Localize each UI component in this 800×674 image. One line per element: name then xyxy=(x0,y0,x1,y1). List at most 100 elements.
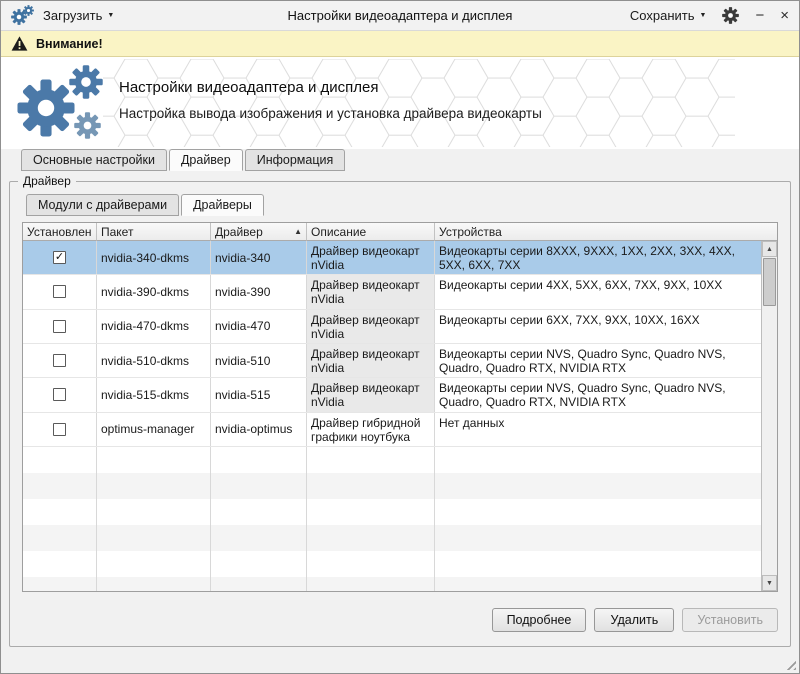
empty-column xyxy=(23,447,97,591)
tab-basic-settings[interactable]: Основные настройки xyxy=(21,149,167,171)
statusbar xyxy=(1,647,799,673)
driver-table: Установлен Пакет Драйвер ▲ Описание Устро… xyxy=(22,222,778,592)
header-stub xyxy=(761,223,777,241)
devices-cell: Видеокарты серии 4XX, 5XX, 6XX, 7XX, 9XX… xyxy=(435,275,761,308)
package-cell: nvidia-510-dkms xyxy=(97,344,211,377)
driver-groupbox: Драйвер Модули с драйверами Драйверы Уст… xyxy=(9,181,791,647)
warning-text: Внимание! xyxy=(36,37,103,51)
column-label: Драйвер xyxy=(215,225,263,239)
installed-cell xyxy=(23,378,97,411)
table-row[interactable]: ✓nvidia-340-dkmsnvidia-340Драйвер видеок… xyxy=(23,241,761,275)
table-row[interactable]: nvidia-510-dkmsnvidia-510Драйвер видеока… xyxy=(23,344,761,378)
tab-label: Информация xyxy=(257,153,334,167)
scroll-down-icon[interactable]: ▼ xyxy=(762,575,777,591)
scroll-up-icon[interactable]: ▲ xyxy=(762,241,777,257)
tab-label: Драйверы xyxy=(193,198,252,212)
action-buttons: Подробнее Удалить Установить xyxy=(22,608,778,632)
description-cell: Драйвер видеокарт nVidia xyxy=(307,275,435,308)
app-window: Загрузить ▼ Настройки видеоадаптера и ди… xyxy=(0,0,800,674)
main-tabstrip: Основные настройки Драйвер Информация xyxy=(1,149,799,171)
button-label: Установить xyxy=(697,613,763,627)
app-icon xyxy=(11,5,35,27)
load-menu-label: Загрузить xyxy=(43,8,102,23)
save-menu-label: Сохранить xyxy=(630,8,695,23)
empty-column xyxy=(435,447,761,591)
install-button[interactable]: Установить xyxy=(682,608,778,632)
devices-cell: Видеокарты серии 8XXX, 9XXX, 1XX, 2XX, 3… xyxy=(435,241,761,274)
table-empty-area xyxy=(23,447,761,591)
installed-checkbox[interactable] xyxy=(53,388,66,401)
warning-icon xyxy=(11,36,28,51)
column-header-installed[interactable]: Установлен xyxy=(23,223,97,241)
warning-banner: Внимание! xyxy=(1,31,799,57)
page-title: Настройки видеоадаптера и дисплея xyxy=(119,79,542,96)
tab-driver[interactable]: Драйвер xyxy=(169,149,243,171)
sort-ascending-icon: ▲ xyxy=(290,227,302,236)
table-header: Установлен Пакет Драйвер ▲ Описание Устро… xyxy=(23,223,777,241)
resize-grip[interactable] xyxy=(783,657,796,670)
driver-cell: nvidia-340 xyxy=(211,241,307,274)
table-rows: ✓nvidia-340-dkmsnvidia-340Драйвер видеок… xyxy=(23,241,761,447)
column-label: Установлен xyxy=(27,225,92,239)
description-cell: Драйвер видеокарт nVidia xyxy=(307,344,435,377)
installed-checkbox[interactable] xyxy=(53,320,66,333)
devices-cell: Видеокарты серии 6XX, 7XX, 9XX, 10XX, 16… xyxy=(435,310,761,343)
page-subtitle: Настройка вывода изображения и установка… xyxy=(119,106,542,121)
gears-icon xyxy=(17,63,109,145)
tab-label: Основные настройки xyxy=(33,153,155,167)
scrollbar-thumb[interactable] xyxy=(763,258,776,306)
description-cell: Драйвер видеокарт nVidia xyxy=(307,310,435,343)
installed-cell xyxy=(23,275,97,308)
installed-checkbox[interactable] xyxy=(53,285,66,298)
column-label: Описание xyxy=(311,225,366,239)
tab-drivers[interactable]: Драйверы xyxy=(181,194,264,216)
vertical-scrollbar[interactable]: ▲ ▼ xyxy=(761,241,777,591)
column-header-description[interactable]: Описание xyxy=(307,223,435,241)
titlebar: Загрузить ▼ Настройки видеоадаптера и ди… xyxy=(1,1,799,31)
tab-information[interactable]: Информация xyxy=(245,149,346,171)
package-cell: optimus-manager xyxy=(97,413,211,446)
load-menu-button[interactable]: Загрузить ▼ xyxy=(43,8,114,23)
close-button[interactable]: × xyxy=(780,8,789,23)
installed-cell xyxy=(23,310,97,343)
column-label: Устройства xyxy=(439,225,502,239)
column-header-devices[interactable]: Устройства xyxy=(435,223,761,241)
package-cell: nvidia-390-dkms xyxy=(97,275,211,308)
installed-cell xyxy=(23,344,97,377)
devices-cell: Нет данных xyxy=(435,413,761,446)
settings-gear-icon[interactable] xyxy=(722,7,739,24)
details-button[interactable]: Подробнее xyxy=(492,608,587,632)
installed-checkbox[interactable]: ✓ xyxy=(53,251,66,264)
button-label: Подробнее xyxy=(507,613,572,627)
chevron-down-icon: ▼ xyxy=(107,12,114,19)
remove-button[interactable]: Удалить xyxy=(594,608,674,632)
tab-label: Модули с драйверами xyxy=(38,198,167,212)
table-body: ✓nvidia-340-dkmsnvidia-340Драйвер видеок… xyxy=(23,241,777,591)
minimize-button[interactable]: − xyxy=(755,8,764,23)
package-cell: nvidia-340-dkms xyxy=(97,241,211,274)
table-row[interactable]: nvidia-390-dkmsnvidia-390Драйвер видеока… xyxy=(23,275,761,309)
installed-cell: ✓ xyxy=(23,241,97,274)
driver-cell: nvidia-515 xyxy=(211,378,307,411)
column-header-driver[interactable]: Драйвер ▲ xyxy=(211,223,307,241)
devices-cell: Видеокарты серии NVS, Quadro Sync, Quadr… xyxy=(435,378,761,411)
installed-checkbox[interactable] xyxy=(53,354,66,367)
tab-driver-modules[interactable]: Модули с драйверами xyxy=(26,194,179,216)
tab-label: Драйвер xyxy=(181,153,231,167)
driver-cell: nvidia-470 xyxy=(211,310,307,343)
devices-cell: Видеокарты серии NVS, Quadro Sync, Quadr… xyxy=(435,344,761,377)
empty-column xyxy=(307,447,435,591)
button-label: Удалить xyxy=(611,613,659,627)
column-label: Пакет xyxy=(101,225,133,239)
driver-cell: nvidia-510 xyxy=(211,344,307,377)
save-menu-button[interactable]: Сохранить ▼ xyxy=(630,8,707,23)
description-cell: Драйвер гибридной графики ноутбука xyxy=(307,413,435,446)
table-row[interactable]: optimus-managernvidia-optimusДрайвер гиб… xyxy=(23,413,761,447)
column-header-package[interactable]: Пакет xyxy=(97,223,211,241)
package-cell: nvidia-470-dkms xyxy=(97,310,211,343)
table-row[interactable]: nvidia-470-dkmsnvidia-470Драйвер видеока… xyxy=(23,310,761,344)
installed-checkbox[interactable] xyxy=(53,423,66,436)
empty-column xyxy=(97,447,211,591)
table-row[interactable]: nvidia-515-dkmsnvidia-515Драйвер видеока… xyxy=(23,378,761,412)
page-header: Настройки видеоадаптера и дисплея Настро… xyxy=(1,57,799,149)
